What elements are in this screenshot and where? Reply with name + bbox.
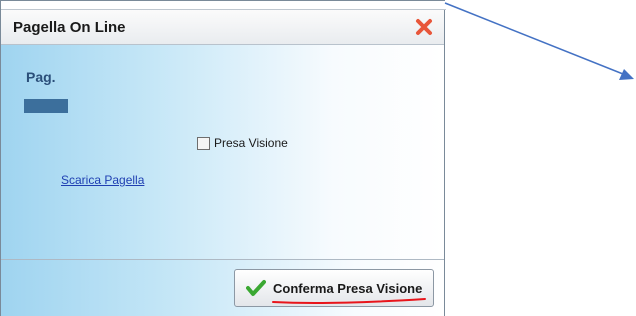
- report-card-icon[interactable]: Pag.: [24, 69, 68, 113]
- red-underline-annotation: [272, 298, 426, 304]
- download-report-link[interactable]: Scarica Pagella: [61, 173, 144, 187]
- confirm-viewing-label: Conferma Presa Visione: [273, 281, 423, 296]
- close-icon[interactable]: [414, 17, 434, 37]
- screenshot-stage: Pagella On Line Pag. Scarica Pagella Pre…: [0, 0, 636, 316]
- dialog-title: Pagella On Line: [13, 19, 126, 36]
- pagella-dialog: Pagella On Line Pag. Scarica Pagella Pre…: [0, 0, 446, 316]
- checkmark-icon: [246, 280, 266, 296]
- dialog-top-edge: [1, 1, 446, 10]
- dialog-titlebar: Pagella On Line: [1, 10, 444, 45]
- confirm-viewing-button[interactable]: Conferma Presa Visione: [234, 269, 434, 307]
- presa-visione-checkbox[interactable]: [197, 136, 210, 150]
- presa-visione-checkbox-row[interactable]: Presa Visione: [197, 135, 288, 151]
- report-card-icon-bar: [24, 99, 68, 113]
- report-card-icon-text: Pag.: [26, 69, 56, 85]
- presa-visione-label: Presa Visione: [214, 136, 288, 150]
- dialog-body: Pag. Scarica Pagella Presa Visione: [1, 45, 444, 259]
